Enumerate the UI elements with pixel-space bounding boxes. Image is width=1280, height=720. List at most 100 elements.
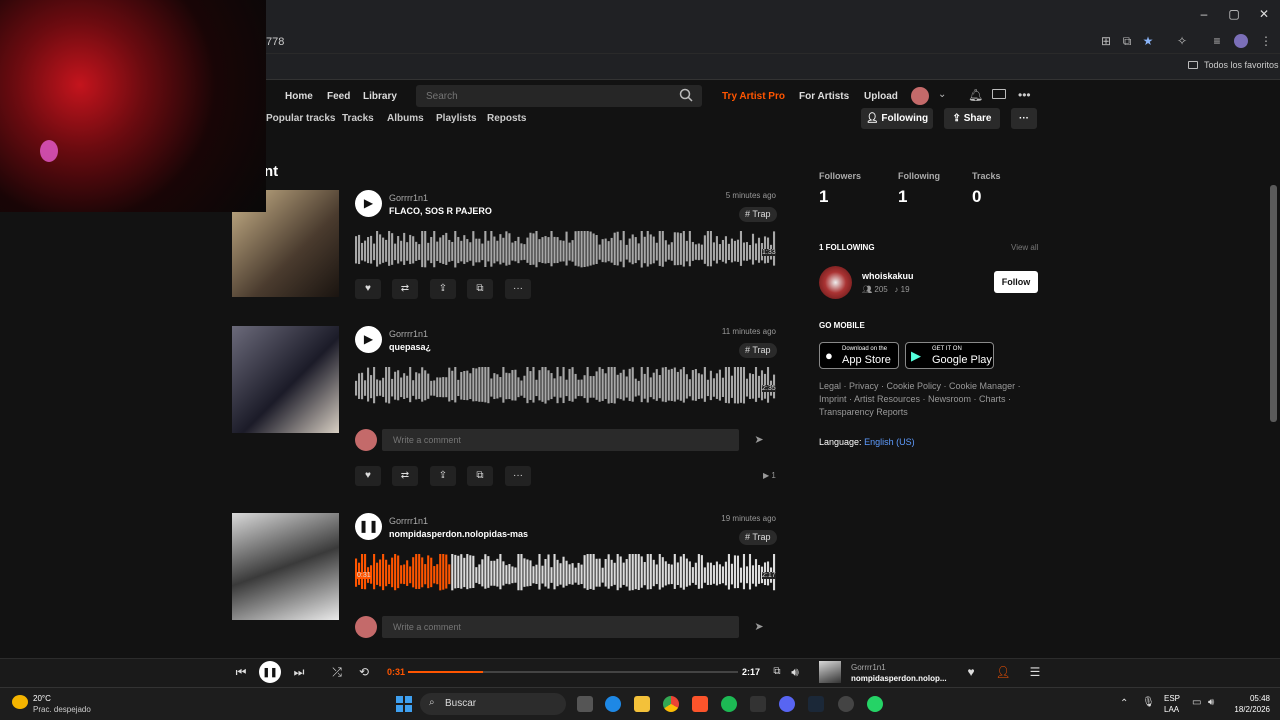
bookmarks-folder[interactable]: Todos los favoritos (1204, 60, 1279, 70)
microphone-icon[interactable]: 🎙︎ (1142, 697, 1155, 708)
steam-icon[interactable] (808, 696, 824, 712)
player-pause-button[interactable]: ❚❚ (259, 661, 281, 683)
follow-artist-icon[interactable]: 👤︎ (994, 664, 1012, 680)
view-all-link[interactable]: View all (1011, 243, 1038, 252)
tray-volume-icon[interactable]: 🔊︎ (1208, 697, 1214, 708)
maximize-icon[interactable]: ▢ (1226, 6, 1242, 22)
next-icon[interactable]: ⏭ (290, 664, 308, 680)
player-artwork[interactable] (819, 661, 841, 683)
tab-popular-tracks[interactable]: Popular tracks (266, 113, 335, 124)
genre-tag[interactable]: # Trap (739, 530, 777, 545)
waveform[interactable] (355, 550, 776, 594)
like-button[interactable]: ♥ (355, 279, 381, 299)
waveform[interactable] (355, 363, 776, 407)
nav-feed[interactable]: Feed (327, 91, 350, 102)
queue-icon[interactable]: ☰ (1026, 664, 1044, 680)
followed-user-avatar[interactable] (819, 266, 852, 299)
cast-device-icon[interactable]: ⧉ (768, 664, 786, 680)
taskbar-search[interactable]: ⌕ Buscar (420, 693, 566, 715)
copy-link-button[interactable]: ⧉ (467, 279, 493, 299)
edge-icon[interactable] (605, 696, 621, 712)
comment-input[interactable] (382, 616, 739, 638)
extensions-icon[interactable]: ✧ (1175, 34, 1189, 48)
tab-albums[interactable]: Albums (387, 113, 424, 124)
stat-label[interactable]: Followers (819, 171, 861, 181)
language-selector[interactable]: Language: English (US) (819, 437, 915, 447)
file-explorer-icon[interactable] (634, 696, 650, 712)
stat-value[interactable]: 1 (819, 187, 828, 207)
player-progress-track[interactable] (408, 671, 738, 673)
brave-icon[interactable] (692, 696, 708, 712)
nav-library[interactable]: Library (363, 91, 397, 102)
user-avatar[interactable] (911, 87, 929, 105)
language-value[interactable]: English (US) (864, 437, 915, 447)
bookmark-star-icon[interactable]: ★ (1141, 34, 1155, 48)
scrollbar-thumb[interactable] (1270, 185, 1277, 422)
player-artist[interactable]: Gorrrr1n1 (851, 663, 886, 672)
media-icon[interactable]: ≡ (1210, 34, 1224, 48)
send-icon[interactable]: ➤ (748, 429, 770, 451)
footer-links[interactable]: Legal · Privacy · Cookie Policy · Cookie… (819, 380, 1044, 419)
stat-value[interactable]: 1 (898, 187, 907, 207)
clock-time[interactable]: 05:48 (1226, 694, 1270, 703)
stat-value[interactable]: 0 (972, 187, 981, 207)
profile-more-button[interactable]: ··· (1011, 108, 1037, 129)
try-artist-pro-link[interactable]: Try Artist Pro (722, 91, 785, 102)
translate-icon[interactable]: ⊞ (1099, 34, 1113, 48)
share-button[interactable]: ⇪ Share (944, 108, 1000, 129)
google-play-badge[interactable]: ▶ GET IT ON Google Play (905, 342, 994, 369)
task-view-icon[interactable] (577, 696, 593, 712)
whatsapp-icon[interactable] (867, 696, 883, 712)
input-language[interactable]: ESP (1164, 694, 1180, 703)
close-icon[interactable]: ✕ (1256, 6, 1272, 22)
copy-link-button[interactable]: ⧉ (467, 466, 493, 486)
play-button[interactable]: ▶ (355, 190, 382, 217)
app-icon[interactable] (838, 696, 854, 712)
repost-button[interactable]: ⇄ (392, 279, 418, 299)
profile-avatar[interactable] (1234, 34, 1248, 48)
messages-mail-icon[interactable] (992, 89, 1006, 99)
weather-icon[interactable] (12, 695, 28, 709)
track-title[interactable]: FLACO, SOS R PAJERO (389, 206, 492, 216)
genre-tag[interactable]: # Trap (739, 343, 777, 358)
pause-button[interactable]: ❚❚ (355, 513, 382, 540)
for-artists-link[interactable]: For Artists (799, 91, 849, 102)
player-title[interactable]: nompidasperdon.nolop... (851, 674, 947, 683)
discord-icon[interactable] (779, 696, 795, 712)
spotify-icon[interactable] (721, 696, 737, 712)
app-store-badge[interactable]: ● Download on the App Store (819, 342, 899, 369)
stat-label[interactable]: Following (898, 171, 940, 181)
clock-date[interactable]: 18/2/2026 (1226, 705, 1270, 714)
chevron-down-icon[interactable]: ⌄ (938, 89, 946, 100)
player-like-icon[interactable]: ♥ (962, 664, 980, 680)
track-artist[interactable]: Gorrrr1n1 (389, 193, 428, 203)
following-button[interactable]: 👤︎ Following (861, 108, 933, 129)
menu-kebab-icon[interactable]: ⋮ (1259, 34, 1273, 48)
windows-start-icon[interactable] (396, 696, 412, 712)
network-icon[interactable]: ▭ (1192, 697, 1201, 708)
weather-desc[interactable]: Prac. despejado (33, 705, 91, 714)
upload-link[interactable]: Upload (864, 91, 898, 102)
track-title[interactable]: quepasa¿ (389, 342, 431, 352)
track-more-button[interactable]: ··· (505, 466, 531, 486)
chrome-icon[interactable] (663, 696, 679, 712)
genre-tag[interactable]: # Trap (739, 207, 777, 222)
shuffle-icon[interactable]: ⤮ (328, 664, 346, 680)
repeat-icon[interactable]: ⟲ (355, 664, 373, 680)
play-button[interactable]: ▶ (355, 326, 382, 353)
notifications-bell-icon[interactable]: 🔔︎ (968, 88, 983, 102)
address-url[interactable]: 778 (266, 36, 284, 48)
share-track-button[interactable]: ⇪ (430, 279, 456, 299)
minimize-icon[interactable]: – (1196, 6, 1212, 22)
like-button[interactable]: ♥ (355, 466, 381, 486)
stat-label[interactable]: Tracks (972, 171, 1001, 181)
weather-temp[interactable]: 20°C (33, 694, 51, 703)
share-track-button[interactable]: ⇪ (430, 466, 456, 486)
tab-reposts[interactable]: Reposts (487, 113, 526, 124)
followed-user-name[interactable]: whoiskakuu (862, 271, 914, 281)
volume-icon[interactable]: 🔊︎ (786, 664, 804, 680)
tab-tracks[interactable]: Tracks (342, 113, 374, 124)
repost-button[interactable]: ⇄ (392, 466, 418, 486)
send-icon[interactable]: ➤ (748, 616, 770, 638)
epic-games-icon[interactable] (750, 696, 766, 712)
